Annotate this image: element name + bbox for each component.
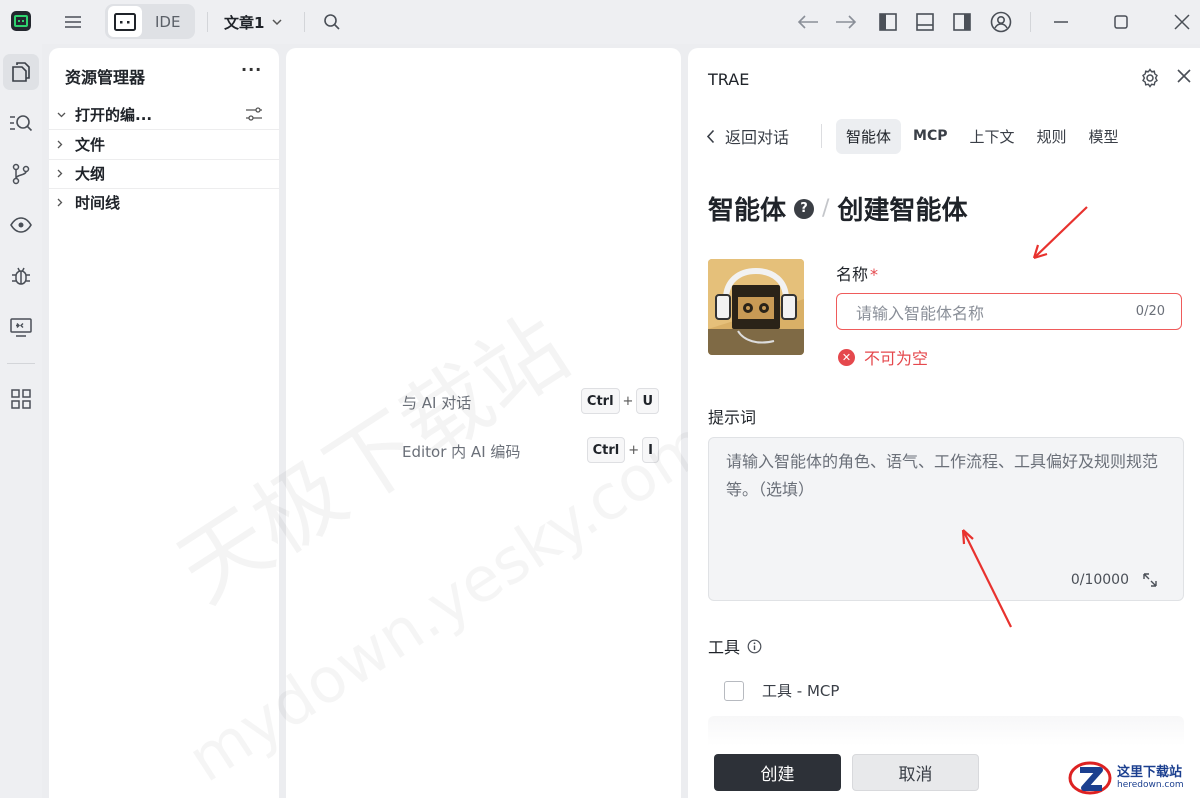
- logo-subtitle: heredown.com: [1117, 779, 1184, 790]
- heredown-logo-icon: [1068, 761, 1112, 795]
- annotation-arrows: [961, 206, 1088, 628]
- heredown-logo: 这里下载站 heredown.com: [1068, 758, 1200, 798]
- logo-title: 这里下载站: [1117, 764, 1183, 780]
- annotation-arrow: [1032, 206, 1088, 260]
- annotation-arrow: [961, 529, 1012, 628]
